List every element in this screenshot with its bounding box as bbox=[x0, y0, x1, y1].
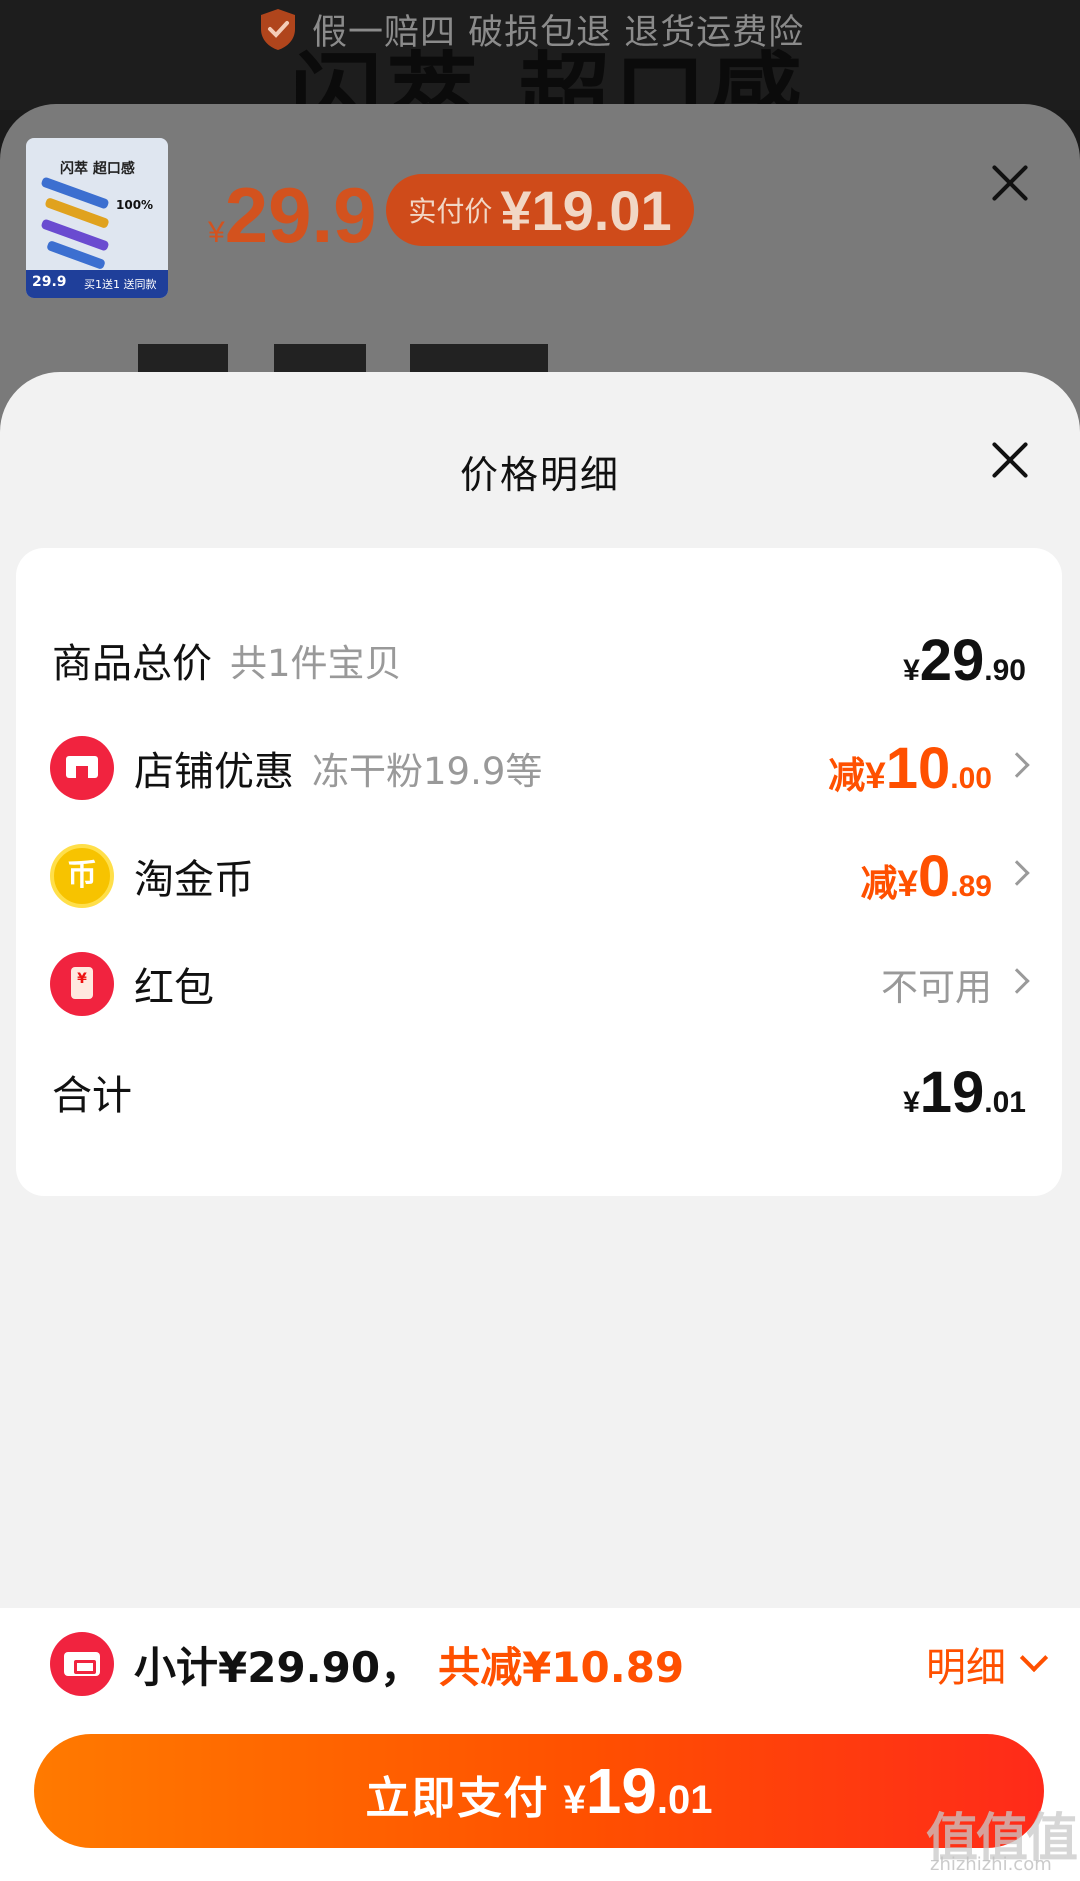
red-packet-icon: ¥ bbox=[50, 952, 114, 1016]
row-shop-discount[interactable]: 店铺优惠 冻干粉19.9等 减¥ 10 .00 bbox=[16, 718, 1062, 818]
shop-discount-value: 减¥ 10 .00 bbox=[828, 735, 992, 801]
row-taojinbi[interactable]: 币 淘金币 减¥ 0 .89 bbox=[16, 826, 1062, 926]
sum-label: 合计 bbox=[52, 1073, 132, 1119]
row-sum: 合计 ¥ 19 .01 bbox=[16, 1042, 1062, 1142]
order-summary: 小计¥29.90， 共减¥10.89 bbox=[50, 1632, 684, 1696]
guarantee-bar: 假一赔四 破损包退 退货运费险 bbox=[258, 6, 805, 53]
thumb-percent: 100% bbox=[116, 198, 154, 212]
product-thumbnail: 闪萃 超口感 100% 29.9 买1送1 送同款 bbox=[26, 138, 168, 298]
goods-count: 共1件宝贝 bbox=[230, 642, 402, 685]
close-icon bbox=[990, 163, 1030, 203]
chevron-right-icon bbox=[1004, 860, 1030, 886]
guarantee-text: 假一赔四 破损包退 退货运费险 bbox=[312, 12, 805, 53]
product-price: ¥29.9 bbox=[208, 171, 377, 259]
goods-total-value: ¥ 29 .90 bbox=[903, 627, 1026, 693]
taojinbi-label: 淘金币 bbox=[134, 857, 254, 903]
thumb-price-band: 29.9 买1送1 送同款 bbox=[26, 270, 168, 298]
subtotal-text: 小计¥29.90， bbox=[134, 1642, 423, 1692]
shop-discount-detail: 冻干粉19.9等 bbox=[312, 750, 543, 793]
pay-now-button[interactable]: 立即支付 ¥ 19 .01 bbox=[34, 1734, 1044, 1848]
detail-label: 明细 bbox=[926, 1645, 1006, 1691]
thumb-title: 闪萃 超口感 bbox=[60, 161, 135, 177]
watermark-url: zhizhizhi.com bbox=[930, 1854, 1052, 1875]
actual-price-label: 实付价 bbox=[408, 195, 493, 228]
sheet-title: 价格明细 bbox=[459, 453, 620, 497]
coin-icon: 币 bbox=[50, 844, 114, 908]
sum-value: ¥ 19 .01 bbox=[903, 1059, 1026, 1125]
pay-amount: 19 bbox=[585, 1755, 657, 1827]
price-card: 商品总价 共1件宝贝 ¥ 29 .90 店铺优惠 冻干粉19.9等 减¥ 10 … bbox=[16, 548, 1062, 1196]
actual-price-pill: 实付价 ¥19.01 bbox=[386, 174, 694, 246]
taojinbi-value: 减¥ 0 .89 bbox=[860, 843, 992, 909]
shop-icon bbox=[50, 736, 114, 800]
chevron-right-icon bbox=[1004, 752, 1030, 778]
row-red-packet[interactable]: ¥ 红包 不可用 bbox=[16, 934, 1062, 1034]
row-goods-total: 商品总价 共1件宝贝 ¥ 29 .90 bbox=[16, 610, 1062, 710]
chevron-down-icon bbox=[1019, 1643, 1049, 1673]
thumb-price: 29.9 bbox=[32, 274, 67, 290]
pay-label: 立即支付 bbox=[365, 1773, 550, 1824]
thumb-promo: 买1送1 送同款 bbox=[84, 278, 157, 291]
chevron-right-icon bbox=[1004, 968, 1030, 994]
goods-total-label: 商品总价 bbox=[52, 641, 212, 687]
detail-toggle-button[interactable]: 明细 bbox=[926, 1636, 1049, 1692]
total-discount-text: 共减¥10.89 bbox=[438, 1642, 685, 1692]
close-button[interactable] bbox=[990, 440, 1030, 480]
red-packet-label: 红包 bbox=[134, 965, 214, 1011]
product-banner: 闪萃 超口感 假一赔四 破损包退 退货运费险 bbox=[0, 0, 1080, 150]
actual-price-value: ¥19.01 bbox=[500, 178, 672, 242]
shop-discount-label: 店铺优惠 bbox=[134, 749, 294, 795]
shield-check-icon bbox=[261, 9, 295, 50]
red-packet-status: 不可用 bbox=[881, 966, 992, 1009]
coupon-icon bbox=[50, 1632, 114, 1696]
